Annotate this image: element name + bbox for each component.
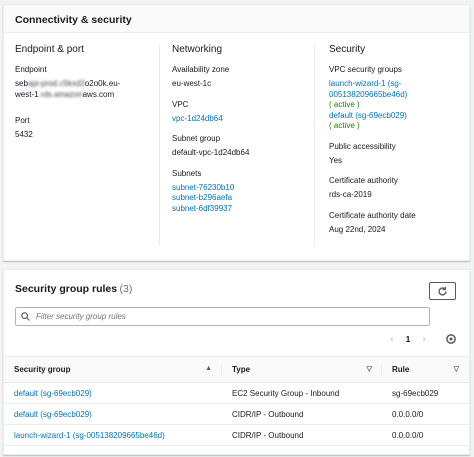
row-security-group-link[interactable]: default (sg-69ecb029)	[14, 410, 92, 419]
connectivity-header: Connectivity & security	[4, 5, 469, 33]
networking-column-title: Networking	[172, 44, 223, 55]
port-field: Port 5432	[15, 116, 160, 141]
connectivity-columns: Endpoint & port Endpoint sebapi-prod.c5k…	[4, 34, 469, 260]
endpoint-value-blurred1: api-prod.c5kxd2	[27, 79, 85, 88]
endpoint-value-blurred2: .rds.amazon	[38, 89, 83, 99]
pagination: ‹ 1 ›	[385, 331, 457, 347]
column-header-label: Security group	[14, 365, 71, 374]
sg-rules-title: Security group rules	[15, 283, 118, 295]
vpc-label: VPC	[172, 99, 189, 109]
vpc-sg-status-2: ( active )	[329, 121, 360, 130]
vpc-field: VPC vpc-1d24db64	[172, 100, 315, 125]
public-label: Public accessibility	[329, 141, 396, 151]
subnet-link-3[interactable]: subnet-6df39937	[172, 204, 232, 213]
refresh-button[interactable]	[429, 282, 456, 300]
column-header-security-group[interactable]: Security group ▲	[4, 356, 222, 383]
az-field: Availability zone eu-west-1c	[172, 65, 315, 90]
gear-icon	[446, 334, 456, 344]
ca-value: rds-ca-2019	[329, 190, 372, 199]
row-security-group-link[interactable]: launch-wizard-1 (sg-005138209665be46d)	[14, 431, 165, 440]
chevron-right-icon[interactable]: ›	[417, 332, 431, 346]
endpoint-value-part3: aws.com	[82, 89, 115, 99]
sg-rules-search-input[interactable]	[15, 307, 430, 326]
table-row: default (sg-69ecb029) CIDR/IP - Outbound…	[4, 403, 469, 425]
az-label: Availability zone	[172, 65, 230, 74]
table-row: default (sg-69ecb029) EC2 Security Group…	[4, 382, 469, 404]
row-type: EC2 Security Group - Inbound	[222, 382, 382, 404]
vpc-sg-field: VPC security groups launch-wizard-1 (sg-…	[329, 65, 464, 132]
row-rule: 0.0.0.0/0	[382, 403, 469, 425]
sg-rules-panel: Security group rules (3) ‹ 1 › Secu	[3, 269, 470, 455]
row-security-group-link[interactable]: default (sg-69ecb029)	[14, 389, 92, 398]
public-field: Public accessibility Yes	[329, 142, 464, 167]
table-row: launch-wizard-1 (sg-005138209665be46d) C…	[4, 424, 469, 446]
port-label: Port	[15, 116, 30, 125]
ca-date-value: Aug 22nd, 2024	[329, 224, 386, 234]
subnet-group-value: default-vpc-1d24db64	[172, 148, 250, 157]
endpoint-column: Endpoint & port Endpoint sebapi-prod.c5k…	[15, 44, 160, 246]
subnets-label: Subnets	[172, 168, 202, 178]
search-icon	[21, 312, 30, 321]
refresh-icon	[438, 286, 447, 296]
ca-field: Certificate authority rds-ca-2019	[329, 176, 464, 201]
table-header-row: Security group ▲ Type ▽ Rule ▽	[4, 356, 469, 383]
connectivity-panel: Connectivity & security Endpoint & port …	[3, 4, 470, 261]
chevron-left-icon[interactable]: ‹	[385, 332, 399, 346]
ca-label: Certificate authority	[329, 176, 398, 185]
vpc-sg-status-1: ( active )	[329, 100, 360, 109]
subnet-group-label: Subnet group	[172, 134, 221, 143]
security-column: Security VPC security groups launch-wiza…	[314, 44, 464, 246]
row-type: CIDR/IP - Outbound	[222, 403, 382, 425]
sg-rules-header: Security group rules (3)	[4, 270, 469, 303]
page-number[interactable]: 1	[399, 334, 417, 344]
public-value: Yes	[329, 155, 343, 165]
column-header-label: Rule	[392, 365, 410, 374]
vpc-link[interactable]: vpc-1d24db64	[172, 114, 223, 123]
ca-date-field: Certificate authority date Aug 22nd, 202…	[329, 211, 464, 236]
connectivity-title: Connectivity & security	[15, 14, 132, 26]
az-value: eu-west-1c	[172, 79, 212, 88]
sg-rules-table: Security group ▲ Type ▽ Rule ▽ default (…	[4, 356, 469, 446]
sort-icon[interactable]: ▽	[367, 365, 372, 373]
row-type: CIDR/IP - Outbound	[222, 424, 382, 446]
vpc-sg-link-1[interactable]: launch-wizard-1 (sg-005138209665be46d)	[329, 79, 459, 100]
endpoint-field: Endpoint sebapi-prod.c5kxd2o2o0k.eu-west…	[15, 65, 160, 100]
row-rule: sg-69ecb029	[382, 382, 469, 404]
vpc-sg-label: VPC security groups	[329, 65, 402, 74]
subnet-group-field: Subnet group default-vpc-1d24db64	[172, 134, 315, 159]
vpc-sg-link-2[interactable]: default (sg-69ecb029)	[329, 111, 407, 120]
column-header-rule[interactable]: Rule ▽	[382, 356, 469, 383]
sg-rules-count: (3)	[119, 283, 133, 295]
subnet-link-2[interactable]: subnet-b296aefa	[172, 193, 232, 202]
security-column-title: Security	[329, 44, 366, 55]
endpoint-column-title: Endpoint & port	[15, 44, 84, 55]
row-rule: 0.0.0.0/0	[382, 424, 469, 446]
endpoint-value[interactable]: sebapi-prod.c5kxd2o2o0k.eu-west-1.rds.am…	[15, 79, 125, 100]
settings-button[interactable]	[445, 333, 457, 345]
sort-ascending-icon[interactable]: ▲	[205, 365, 212, 372]
ca-date-label: Certificate authority date	[329, 210, 416, 220]
port-value: 5432	[15, 130, 33, 139]
sort-icon[interactable]: ▽	[454, 365, 459, 373]
subnets-field: Subnets subnet-76230b10 subnet-b296aefa …	[172, 169, 315, 215]
column-header-type[interactable]: Type ▽	[222, 356, 382, 383]
subnet-link-1[interactable]: subnet-76230b10	[172, 183, 234, 192]
endpoint-label: Endpoint	[15, 65, 47, 74]
endpoint-value-part1: seb	[15, 79, 28, 88]
networking-column: Networking Availability zone eu-west-1c …	[159, 44, 315, 246]
column-header-label: Type	[232, 365, 251, 374]
